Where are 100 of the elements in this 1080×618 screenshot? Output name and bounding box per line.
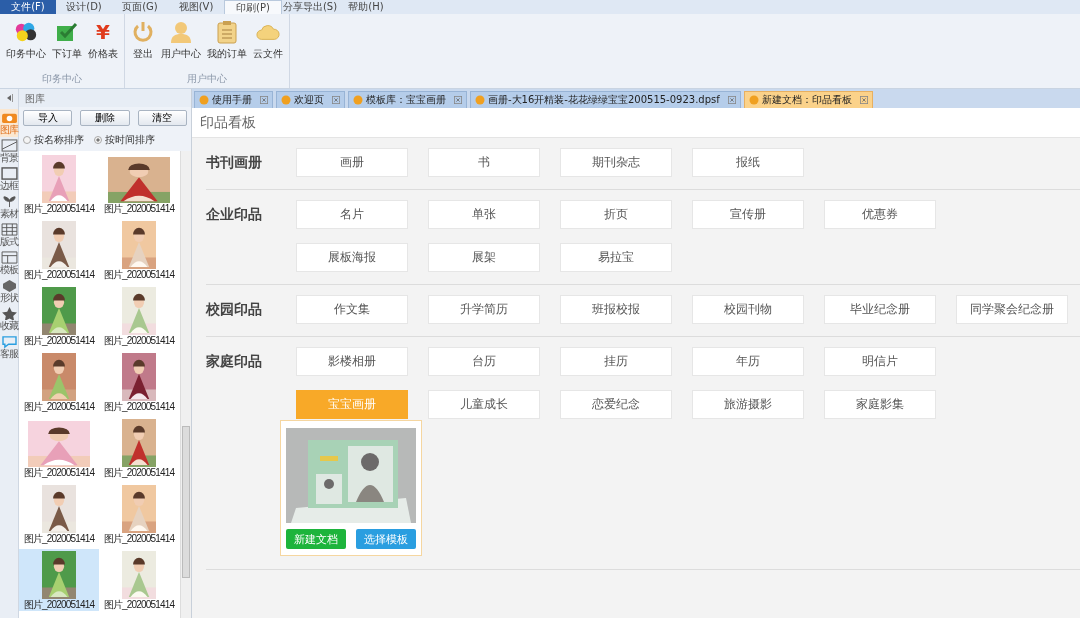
category-button[interactable]: 升学简历 [428, 295, 540, 324]
tool-icon [0, 223, 18, 236]
ribbon-button[interactable]: 印务中心 [4, 20, 48, 72]
ribbon-button[interactable]: 下订单 [50, 20, 84, 72]
document-tab[interactable]: 模板库：宝宝画册 [348, 91, 467, 108]
menu-tab[interactable]: 文件(F) [0, 0, 56, 14]
ribbon-button[interactable]: 我的订单 [205, 20, 249, 72]
category-button[interactable]: 班报校报 [560, 295, 672, 324]
document-tab[interactable]: 新建文档：印品看板 [743, 91, 873, 108]
close-icon[interactable] [260, 96, 268, 104]
color-blobs-icon [14, 20, 38, 44]
sidebar-tool[interactable]: 客服 [0, 333, 18, 361]
image-item[interactable]: 图片_2020051414 [19, 417, 99, 479]
close-icon[interactable] [332, 96, 340, 104]
sidebar-tool[interactable]: 形状 [0, 277, 18, 305]
image-item[interactable]: 图片_2020051414 [19, 351, 99, 413]
category-button[interactable]: 台历 [428, 347, 540, 376]
ribbon-button[interactable]: ¥ 价格表 [86, 20, 120, 72]
document-icon [475, 95, 485, 105]
sidebar-tool[interactable]: 边框 [0, 165, 18, 193]
category-button[interactable]: 折页 [560, 200, 672, 229]
category-button[interactable]: 宣传册 [692, 200, 804, 229]
document-icon [281, 95, 291, 105]
close-icon[interactable] [454, 96, 462, 104]
image-item[interactable]: 图片_2020051414 [19, 219, 99, 281]
sidebar-tool[interactable]: 背景 [0, 137, 18, 165]
image-item[interactable]: 图片_2020051414 [19, 153, 99, 215]
image-item[interactable]: 图片_2020051414 [19, 483, 99, 545]
ribbon-button[interactable]: 登出 [129, 20, 157, 72]
tool-icon [0, 167, 18, 180]
tool-icon [0, 307, 18, 320]
category-button[interactable]: 年历 [692, 347, 804, 376]
category-button[interactable]: 易拉宝 [560, 243, 672, 272]
category-button[interactable]: 校园刊物 [692, 295, 804, 324]
sidebar-tool[interactable]: 收藏 [0, 305, 18, 333]
menu-tab[interactable]: 设计(D) [56, 0, 112, 14]
image-item[interactable]: 图片_2020051414 [19, 285, 99, 347]
image-item[interactable]: 图片_2020051414 [99, 549, 179, 611]
category-button[interactable]: 画册 [296, 148, 408, 177]
sidebar-tool[interactable]: 素材 [0, 193, 18, 221]
category-button[interactable]: 展架 [428, 243, 540, 272]
image-item[interactable]: 图片_2020051414 [99, 351, 179, 413]
ribbon-button[interactable]: 用户中心 [159, 20, 203, 72]
image-item[interactable]: 图片_2020051414 [19, 549, 99, 611]
image-item[interactable]: 图片_2020051414 [99, 417, 179, 479]
sort-radio[interactable]: 按名称排序 [23, 133, 84, 147]
category-button[interactable]: 书 [428, 148, 540, 177]
category-button[interactable]: 影楼相册 [296, 347, 408, 376]
ribbon-button[interactable]: 云文件 [251, 20, 285, 72]
scrollbar-thumb[interactable] [182, 426, 190, 578]
page-title: 印品看板 [192, 108, 1080, 138]
power-icon [131, 20, 155, 44]
category-button[interactable]: 名片 [296, 200, 408, 229]
user-icon [169, 20, 193, 44]
section-title: 校园印品 [206, 300, 263, 319]
category-button[interactable]: 恋爱纪念 [560, 390, 672, 419]
category-button[interactable]: 家庭影集 [824, 390, 936, 419]
category-button[interactable]: 报纸 [692, 148, 804, 177]
tool-icon [0, 111, 18, 124]
document-tab[interactable]: 使用手册 [194, 91, 273, 108]
category-button[interactable]: 同学聚会纪念册 [956, 295, 1068, 324]
document-tab[interactable]: 画册-大16开精装-花花绿绿宝宝200515-0923.dpsf [470, 91, 741, 108]
category-button[interactable]: 单张 [428, 200, 540, 229]
tool-icon [0, 279, 18, 292]
library-button[interactable]: 删除 [80, 110, 130, 126]
menu-tab[interactable]: 分享导出(S) [282, 0, 338, 14]
category-button[interactable]: 优惠券 [824, 200, 936, 229]
section-title: 家庭印品 [206, 352, 263, 371]
category-button[interactable]: 旅游摄影 [692, 390, 804, 419]
category-button[interactable]: 期刊杂志 [560, 148, 672, 177]
section-title: 书刊画册 [206, 153, 263, 172]
category-button[interactable]: 作文集 [296, 295, 408, 324]
image-item[interactable]: 图片_2020051414 [99, 285, 179, 347]
category-button[interactable]: 毕业纪念册 [824, 295, 936, 324]
category-button[interactable]: 挂历 [560, 347, 672, 376]
sort-radio[interactable]: 按时间排序 [94, 133, 155, 147]
tool-icon [0, 251, 18, 264]
library-button[interactable]: 清空 [137, 110, 187, 126]
document-icon [199, 95, 209, 105]
menu-tab[interactable]: 帮助(H) [338, 0, 394, 14]
menu-tab[interactable]: 视图(V) [168, 0, 224, 14]
image-item[interactable]: 图片_2020051414 [99, 483, 179, 545]
document-icon [748, 95, 759, 105]
category-button[interactable]: 明信片 [824, 347, 936, 376]
close-icon[interactable] [727, 96, 736, 104]
tool-icon [0, 139, 18, 152]
sidebar-tool[interactable]: 模板 [0, 249, 18, 277]
group-label: 印务中心 [42, 72, 82, 86]
library-button[interactable]: 导入 [23, 110, 73, 126]
category-button[interactable]: 展板海报 [296, 243, 408, 272]
menu-tab[interactable]: 印刷(P) [224, 0, 282, 14]
clipboard-icon [215, 20, 239, 44]
image-item[interactable]: 图片_2020051414 [99, 153, 179, 215]
close-icon[interactable] [859, 96, 868, 104]
category-button[interactable]: 儿童成长 [428, 390, 540, 419]
document-tab[interactable]: 欢迎页 [276, 91, 345, 108]
menu-tab[interactable]: 页面(G) [112, 0, 168, 14]
image-item[interactable]: 图片_2020051414 [99, 219, 179, 281]
yen-icon: ¥ [96, 20, 110, 44]
sidebar-tool[interactable]: 版式 [0, 221, 18, 249]
